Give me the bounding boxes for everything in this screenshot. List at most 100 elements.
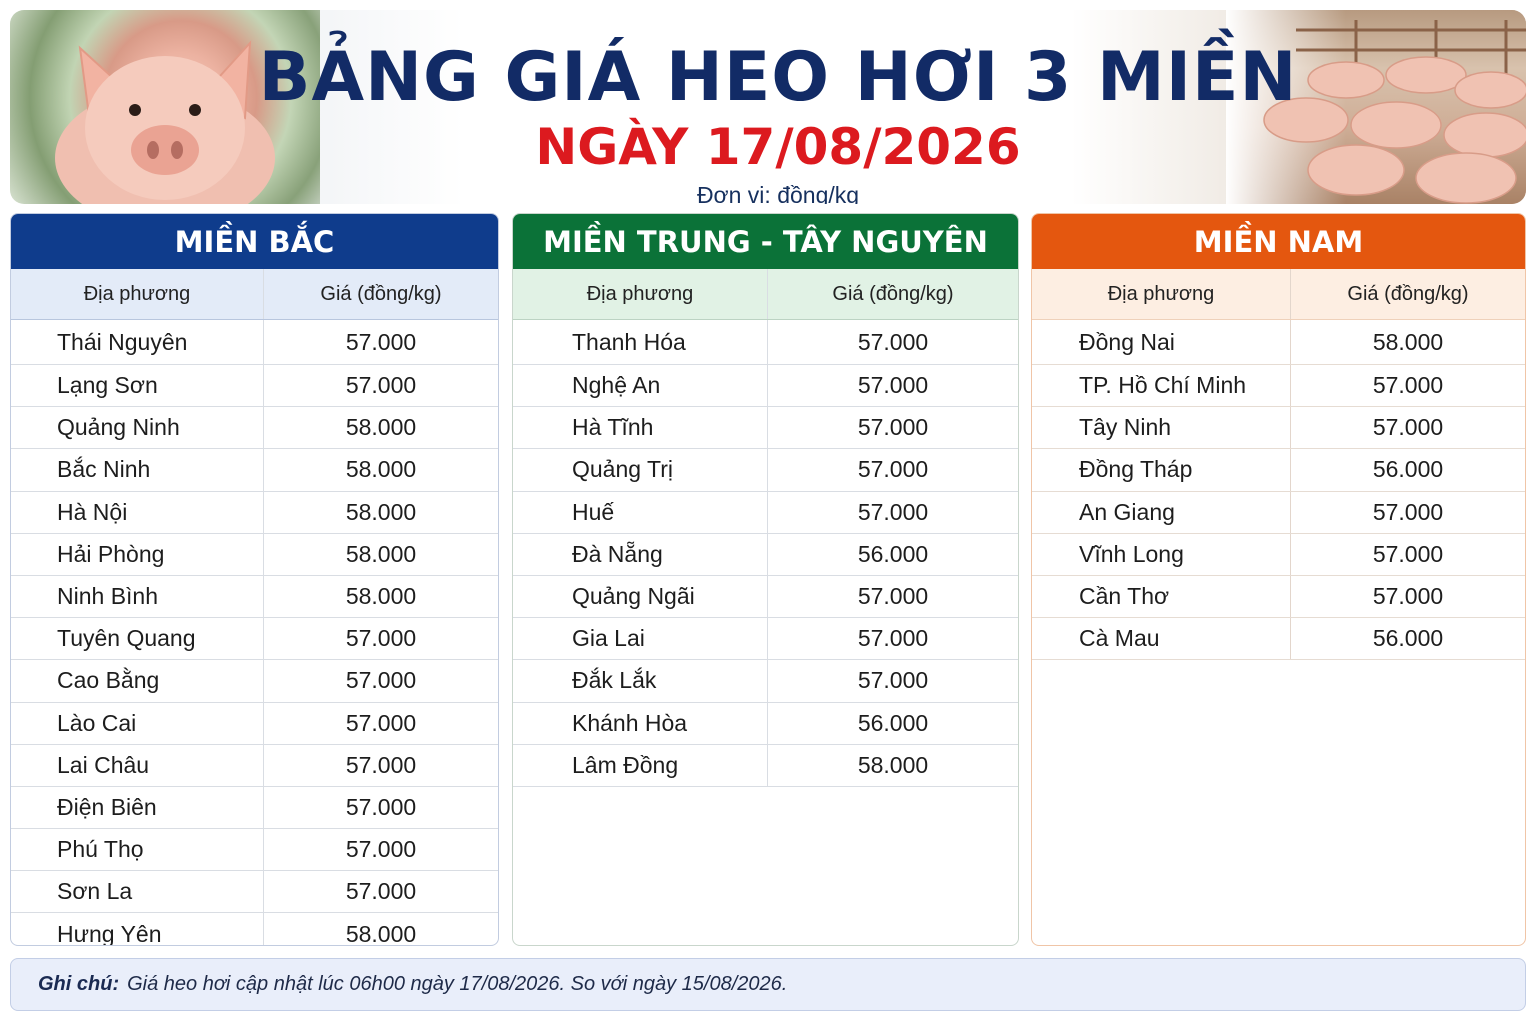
price-cell: 58.000: [345, 456, 417, 483]
location-cell: An Giang: [1032, 491, 1291, 533]
table-row: Cao Bằng 57.000: [11, 660, 498, 703]
table-body-south: Đồng Nai 58.000 TP. Hồ Chí Minh 57.000 Tây N…: [1032, 320, 1525, 661]
location-cell: Cao Bằng: [11, 660, 264, 702]
table-row: Thanh Hóa 57.000: [513, 320, 1018, 365]
column-header-price: Giá (đồng/kg): [832, 282, 954, 305]
price-cell: 57.000: [857, 625, 929, 652]
column-header-location: Địa phương: [513, 269, 768, 319]
table-row: Tây Ninh 57.000: [1032, 407, 1525, 450]
price-cell: 56.000: [857, 540, 929, 567]
table-row: Khánh Hòa 56.000: [513, 702, 1018, 745]
table-row: Điện Biên 57.000: [11, 786, 498, 830]
location-cell: Quảng Ninh: [11, 407, 264, 449]
table-row: Nghệ An 57.000: [513, 365, 1018, 408]
location-cell: Lai Châu: [11, 744, 264, 786]
table-row: Đồng Tháp 56.000: [1032, 449, 1525, 492]
table-row: Đắk Lắk 57.000: [513, 660, 1018, 703]
table-row: Lai Châu 57.000: [11, 744, 498, 787]
location-cell: Bắc Ninh: [11, 449, 264, 491]
price-cell: 58.000: [857, 751, 929, 778]
table-row: Vĩnh Long 57.000: [1032, 533, 1525, 576]
price-cell: 57.000: [1372, 498, 1444, 525]
location-cell: Cần Thơ: [1032, 575, 1291, 618]
note-text: Giá heo hơi cập nhật lúc 06h00 ngày 17/0…: [127, 973, 788, 995]
location-cell: Điện Biên: [11, 786, 264, 829]
price-cell: 58.000: [345, 920, 417, 946]
price-cell: 57.000: [857, 667, 929, 694]
price-cell: 57.000: [857, 498, 929, 525]
region-table-central: MIỀN TRUNG - TÂY NGUYÊN Địa phương Giá (…: [512, 213, 1019, 946]
price-cell: 57.000: [857, 456, 929, 483]
table-row: TP. Hồ Chí Minh 57.000: [1032, 365, 1525, 408]
location-cell: Thái Nguyên: [11, 320, 264, 364]
location-cell: Thanh Hóa: [513, 320, 768, 364]
header-banner: BẢNG GIÁ HEO HƠI 3 MIỀN NGÀY 17/08/2026 …: [10, 10, 1526, 204]
region-title-north: MIỀN BẮC: [11, 214, 498, 269]
table-row: An Giang 57.000: [1032, 491, 1525, 534]
location-cell: Đồng Nai: [1032, 320, 1291, 364]
price-cell: 57.000: [345, 372, 417, 399]
table-row: Hải Phòng 58.000: [11, 533, 498, 576]
table-row: Gia Lai 57.000: [513, 618, 1018, 661]
table-row: Thái Nguyên 57.000: [11, 320, 498, 365]
region-title-central: MIỀN TRUNG - TÂY NGUYÊN: [513, 214, 1018, 269]
location-cell: Vĩnh Long: [1032, 533, 1291, 575]
price-cell: 57.000: [857, 372, 929, 399]
location-cell: Lạng Sơn: [11, 365, 264, 407]
location-cell: Đắk Lắk: [513, 660, 768, 702]
location-cell: Lâm Đồng: [513, 744, 768, 786]
location-cell: Quảng Ngãi: [513, 575, 768, 618]
table-row: Hà Nội 58.000: [11, 491, 498, 534]
price-cell: 57.000: [857, 414, 929, 441]
table-row: Lào Cai 57.000: [11, 702, 498, 745]
region-title-south: MIỀN NAM: [1032, 214, 1525, 269]
table-row: Đồng Nai 58.000: [1032, 320, 1525, 365]
column-header-row: Địa phương Giá (đồng/kg): [1032, 269, 1525, 320]
price-cell: 57.000: [857, 583, 929, 610]
price-cell: 57.000: [857, 328, 929, 355]
location-cell: Lào Cai: [11, 702, 264, 744]
location-cell: Hà Nội: [11, 491, 264, 533]
location-cell: Huế: [513, 491, 768, 533]
column-header-price: Giá (đồng/kg): [1347, 282, 1469, 305]
price-cell: 57.000: [1372, 414, 1444, 441]
table-row: Sơn La 57.000: [11, 871, 498, 914]
table-row: Lâm Đồng 58.000: [513, 744, 1018, 787]
location-cell: Đồng Tháp: [1032, 449, 1291, 491]
price-cell: 57.000: [345, 709, 417, 736]
column-header-row: Địa phương Giá (đồng/kg): [513, 269, 1018, 320]
table-row: Bắc Ninh 58.000: [11, 449, 498, 492]
location-cell: TP. Hồ Chí Minh: [1032, 365, 1291, 407]
price-cell: 58.000: [345, 583, 417, 610]
page-title: BẢNG GIÁ HEO HƠI 3 MIỀN: [258, 38, 1298, 117]
price-cell: 57.000: [1372, 583, 1444, 610]
price-cell: 57.000: [345, 328, 417, 355]
region-table-south: MIỀN NAM Địa phương Giá (đồng/kg) Đồng N…: [1031, 213, 1526, 946]
price-cell: 57.000: [345, 667, 417, 694]
price-cell: 57.000: [345, 625, 417, 652]
column-header-price: Giá (đồng/kg): [320, 282, 442, 305]
location-cell: Hải Phòng: [11, 533, 264, 575]
note-label: Ghi chú:: [38, 973, 120, 995]
table-row: Hà Tĩnh 57.000: [513, 407, 1018, 450]
location-cell: Đà Nẵng: [513, 533, 768, 575]
location-cell: Nghệ An: [513, 365, 768, 407]
location-cell: Khánh Hòa: [513, 702, 768, 744]
table-row: Quảng Trị 57.000: [513, 449, 1018, 492]
column-header-row: Địa phương Giá (đồng/kg): [11, 269, 498, 320]
page-date: NGÀY 17/08/2026: [535, 118, 1021, 176]
price-cell: 56.000: [857, 709, 929, 736]
location-cell: Cà Mau: [1032, 618, 1291, 660]
table-row: Lạng Sơn 57.000: [11, 365, 498, 408]
price-cell: 58.000: [345, 414, 417, 441]
table-row: Tuyên Quang 57.000: [11, 618, 498, 661]
footer-note: Ghi chú: Giá heo hơi cập nhật lúc 06h00 …: [10, 958, 1526, 1011]
table-row: Quảng Ninh 58.000: [11, 407, 498, 450]
table-row: Cần Thơ 57.000: [1032, 575, 1525, 619]
location-cell: Tây Ninh: [1032, 407, 1291, 449]
unit-label: Đơn vị: đồng/kg: [696, 182, 860, 204]
table-body-central: Thanh Hóa 57.000 Nghệ An 57.000 Hà Tĩnh 57.00…: [513, 320, 1018, 787]
location-cell: Phú Thọ: [11, 829, 264, 871]
price-cell: 56.000: [1372, 625, 1444, 652]
table-row: Phú Thọ 57.000: [11, 829, 498, 872]
